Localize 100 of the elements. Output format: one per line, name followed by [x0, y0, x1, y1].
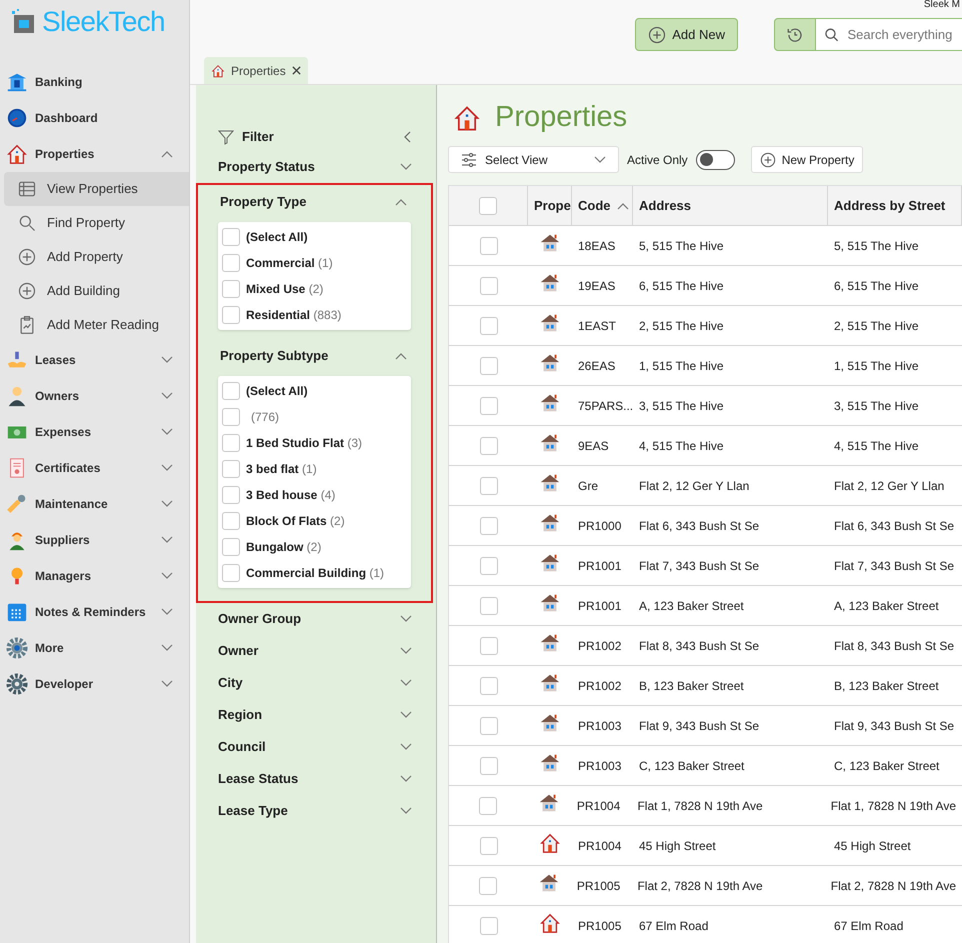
search-icon — [17, 213, 37, 233]
checkbox[interactable] — [222, 486, 240, 504]
checkbox[interactable] — [222, 434, 240, 452]
table-cell-text: 6, 515 The Hive — [833, 278, 920, 294]
nav-subitem[interactable]: Find Property — [4, 206, 189, 240]
row-checkbox[interactable] — [480, 916, 498, 934]
row-checkbox[interactable] — [480, 436, 498, 454]
select-view-dropdown[interactable]: Select View — [448, 146, 619, 173]
row-checkbox[interactable] — [480, 476, 498, 494]
row-checkbox[interactable] — [480, 276, 498, 294]
row-checkbox[interactable] — [480, 516, 498, 534]
row-checkbox[interactable] — [480, 396, 498, 414]
filter-option[interactable]: Block Of Flats (2) — [222, 508, 411, 534]
column-header[interactable]: Address by Street — [828, 186, 962, 225]
row-checkbox[interactable] — [480, 356, 498, 374]
history-button[interactable] — [774, 18, 816, 51]
nav-item[interactable]: Managers — [0, 558, 189, 594]
nav-item[interactable]: Banking — [0, 64, 189, 100]
filter-option[interactable]: (776) — [222, 404, 411, 430]
nav-item[interactable]: Developer — [0, 666, 189, 702]
chevron-down-icon — [400, 775, 412, 783]
row-checkbox[interactable] — [479, 796, 498, 814]
table-cell-text: 67 Elm Road — [833, 918, 904, 934]
filter-section-header[interactable]: City — [196, 667, 436, 699]
new-property-button[interactable]: New Property — [750, 146, 864, 173]
nav-item[interactable]: Properties — [0, 136, 189, 172]
filter-section-header[interactable]: Lease Type — [196, 795, 436, 827]
column-header[interactable]: Address — [633, 186, 828, 225]
filter-option[interactable]: Commercial Building (1) — [222, 560, 411, 586]
table-cell-text: PR1000 — [577, 518, 622, 534]
nav-item[interactable]: Expenses — [0, 414, 189, 450]
filter-option[interactable]: Commercial (1) — [222, 250, 411, 276]
table-cell-text: Flat 2, 7828 N 19th Ave — [636, 878, 764, 894]
column-header[interactable]: Prope — [528, 186, 572, 225]
filter-section-header[interactable]: Owner Group — [196, 603, 436, 635]
row-checkbox[interactable] — [480, 316, 498, 334]
filter-section-header[interactable]: Property Status — [196, 151, 436, 183]
filter-section-header[interactable]: Owner — [196, 635, 436, 667]
table-cell-text: Flat 9, 343 Bush St Se — [833, 718, 956, 734]
close-icon[interactable] — [292, 66, 301, 75]
chevron-down-icon — [161, 464, 173, 472]
filter-section-header[interactable]: Lease Status — [196, 763, 436, 795]
home-icon — [6, 143, 28, 165]
properties-tab[interactable]: Properties — [204, 57, 308, 84]
row-checkbox[interactable] — [480, 836, 498, 854]
filter-section-header[interactable]: Property Subtype — [198, 340, 431, 372]
select-all-checkbox[interactable] — [479, 196, 497, 214]
filter-section-header[interactable]: Property Type — [198, 186, 431, 218]
table-cell-text: PR1003 — [577, 758, 622, 774]
checkbox[interactable] — [222, 512, 240, 530]
checkbox[interactable] — [222, 564, 240, 582]
row-checkbox[interactable] — [480, 556, 498, 574]
search-box[interactable]: Search everything — [816, 18, 962, 51]
row-checkbox[interactable] — [480, 636, 498, 654]
nav-item[interactable]: Dashboard — [0, 100, 189, 136]
add-new-button[interactable]: Add New — [635, 18, 738, 51]
filter-option[interactable]: Bungalow (2) — [222, 534, 411, 560]
nav-subitem[interactable]: View Properties — [4, 172, 189, 206]
row-checkbox[interactable] — [480, 596, 498, 614]
filter-section-header[interactable]: Council — [196, 731, 436, 763]
checkbox[interactable] — [222, 254, 240, 272]
nav-item[interactable]: More — [0, 630, 189, 666]
table-cell-text: Flat 8, 343 Bush St Se — [833, 638, 956, 654]
filter-option[interactable]: (Select All) — [222, 378, 411, 404]
nav-item[interactable]: Suppliers — [0, 522, 189, 558]
nav-item[interactable]: Certificates — [0, 450, 189, 486]
checkbox[interactable] — [222, 306, 240, 324]
checkbox[interactable] — [222, 408, 240, 426]
filter-option[interactable]: 1 Bed Studio Flat (3) — [222, 430, 411, 456]
nav-subitem[interactable]: Add Meter Reading — [4, 308, 189, 342]
table-cell-text: Flat 1, 7828 N 19th Ave — [830, 798, 957, 814]
checkbox[interactable] — [222, 382, 240, 400]
filter-section-header[interactable]: Region — [196, 699, 436, 731]
filter-option[interactable]: Mixed Use (2) — [222, 276, 411, 302]
row-checkbox[interactable] — [480, 756, 498, 774]
nav-item[interactable]: Owners — [0, 378, 189, 414]
bank-icon — [6, 71, 28, 93]
checkbox[interactable] — [222, 538, 240, 556]
column-header[interactable]: Code — [572, 186, 633, 225]
nav-item[interactable]: Leases — [0, 342, 189, 378]
search-field[interactable]: Search everything — [848, 24, 962, 44]
chevron-down-icon — [161, 392, 173, 400]
filter-option[interactable]: 3 Bed house (4) — [222, 482, 411, 508]
chevron-down-icon — [400, 679, 412, 687]
nav-item[interactable]: Notes & Reminders — [0, 594, 189, 630]
checkbox[interactable] — [222, 280, 240, 298]
filter-option[interactable]: (Select All) — [222, 224, 411, 250]
row-checkbox[interactable] — [480, 236, 498, 254]
checkbox[interactable] — [222, 228, 240, 246]
checkbox[interactable] — [222, 460, 240, 478]
row-checkbox[interactable] — [480, 716, 498, 734]
row-checkbox[interactable] — [479, 876, 498, 894]
filter-option[interactable]: Residential (883) — [222, 302, 411, 328]
nav-subitem[interactable]: Add Property — [4, 240, 189, 274]
row-checkbox[interactable] — [480, 676, 498, 694]
filter-option[interactable]: 3 bed flat (1) — [222, 456, 411, 482]
nav-subitem[interactable]: Add Building — [4, 274, 189, 308]
active-only-toggle[interactable] — [696, 150, 735, 170]
nav-item[interactable]: Maintenance — [0, 486, 189, 522]
collapse-icon[interactable] — [404, 131, 412, 143]
